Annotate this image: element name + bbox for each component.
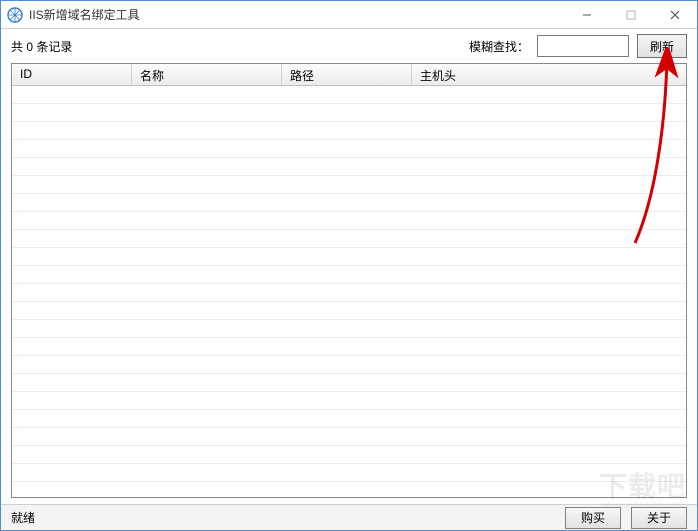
record-count-label: 共 0 条记录 [11, 38, 72, 55]
buy-button[interactable]: 购买 [565, 507, 621, 529]
column-header-id[interactable]: ID [12, 64, 132, 85]
close-button[interactable] [653, 1, 697, 28]
titlebar: IIS新增域名绑定工具 [1, 1, 697, 29]
column-header-path[interactable]: 路径 [282, 64, 412, 85]
table-gridlines [12, 86, 686, 497]
app-window: IIS新增域名绑定工具 共 0 条记录 模糊查找： 刷新 ID 名称 路径 主机… [0, 0, 698, 531]
statusbar: 就绪 购买 关于 [1, 504, 697, 530]
column-header-name[interactable]: 名称 [132, 64, 282, 85]
maximize-button[interactable] [609, 1, 653, 28]
search-input[interactable] [537, 35, 629, 57]
window-title: IIS新增域名绑定工具 [29, 6, 140, 23]
search-label: 模糊查找： [469, 38, 529, 55]
table-body[interactable] [12, 86, 686, 497]
window-controls [565, 1, 697, 28]
toolbar: 共 0 条记录 模糊查找： 刷新 [1, 29, 697, 63]
minimize-button[interactable] [565, 1, 609, 28]
refresh-button[interactable]: 刷新 [637, 34, 687, 58]
data-table: ID 名称 路径 主机头 [11, 63, 687, 498]
about-button[interactable]: 关于 [631, 507, 687, 529]
status-text: 就绪 [11, 509, 35, 526]
app-icon [7, 7, 23, 23]
table-header: ID 名称 路径 主机头 [12, 64, 686, 86]
column-header-host[interactable]: 主机头 [412, 64, 686, 85]
